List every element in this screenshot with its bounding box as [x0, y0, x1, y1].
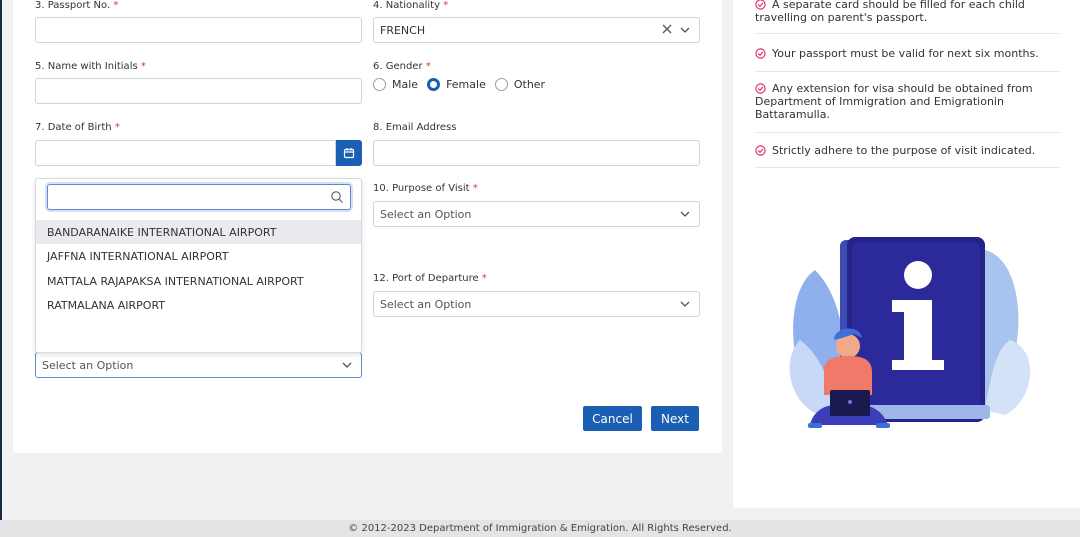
calendar-button[interactable] [336, 140, 362, 166]
name-label: 5. Name with Initials * [35, 61, 146, 72]
info-item: Strictly adhere to the purpose of visit … [755, 144, 1060, 157]
chevron-down-icon[interactable] [341, 359, 353, 371]
divider [755, 167, 1060, 168]
nationality-value: FRENCH [380, 23, 426, 37]
dob-label: 7. Date of Birth * [35, 122, 120, 133]
gender-radio-group: Male Female Other [373, 78, 554, 91]
chevron-down-icon[interactable] [679, 298, 691, 310]
chevron-down-icon[interactable] [679, 208, 691, 220]
cancel-button[interactable]: Cancel [583, 406, 642, 431]
departure-select[interactable]: Select an Option [373, 291, 700, 317]
gender-male-option[interactable]: Male [373, 78, 418, 91]
info-illustration [789, 237, 1031, 428]
gender-male-radio[interactable] [373, 78, 386, 91]
calendar-icon [343, 148, 355, 159]
info-item: A separate card should be filled for eac… [755, 0, 1025, 24]
chevron-down-icon[interactable] [679, 24, 691, 36]
check-circle-icon [755, 0, 766, 10]
departure-label: 12. Port of Departure * [373, 273, 487, 284]
next-button[interactable]: Next [651, 406, 699, 431]
dropdown-search-input[interactable] [47, 184, 351, 210]
info-item: Your passport must be valid for next six… [755, 47, 1060, 60]
window-edge [0, 0, 2, 520]
gender-other-radio[interactable] [494, 78, 508, 91]
gender-other-option[interactable]: Other [494, 78, 545, 91]
divider [755, 71, 1060, 72]
dropdown-option[interactable]: MATTALA RAJAPAKSA INTERNATIONAL AIRPORT [36, 269, 361, 293]
check-circle-icon [755, 145, 766, 156]
clear-icon[interactable] [661, 23, 673, 35]
nationality-select[interactable]: FRENCH [373, 17, 700, 43]
email-input[interactable] [373, 140, 700, 166]
nationality-label: 4. Nationality * [373, 0, 449, 11]
search-icon [331, 191, 343, 203]
divider [755, 33, 1060, 34]
gender-female-radio[interactable] [427, 78, 441, 91]
passport-input[interactable] [35, 17, 362, 43]
footer: © 2012-2023 Department of Immigration & … [0, 520, 1080, 537]
check-circle-icon [755, 83, 766, 94]
check-circle-icon [755, 48, 766, 59]
port-select[interactable]: Select an Option [35, 352, 362, 378]
purpose-select[interactable]: Select an Option [373, 201, 700, 227]
purpose-label: 10. Purpose of Visit * [373, 183, 478, 194]
port-dropdown: BANDARANAIKE INTERNATIONAL AIRPORT JAFFN… [35, 178, 362, 353]
divider [755, 132, 1060, 133]
dropdown-option[interactable]: BANDARANAIKE INTERNATIONAL AIRPORT [36, 220, 361, 244]
gender-label: 6. Gender * [373, 61, 431, 72]
gender-female-option[interactable]: Female [427, 78, 486, 91]
name-input[interactable] [35, 78, 362, 104]
dropdown-option[interactable]: JAFFNA INTERNATIONAL AIRPORT [36, 244, 361, 268]
email-label: 8. Email Address [373, 122, 457, 133]
passport-label: 3. Passport No. * [35, 0, 119, 11]
dob-input[interactable] [35, 140, 336, 166]
info-item: Any extension for visa should be obtaine… [755, 82, 1033, 121]
dropdown-option[interactable]: RATMALANA AIRPORT [36, 293, 361, 317]
